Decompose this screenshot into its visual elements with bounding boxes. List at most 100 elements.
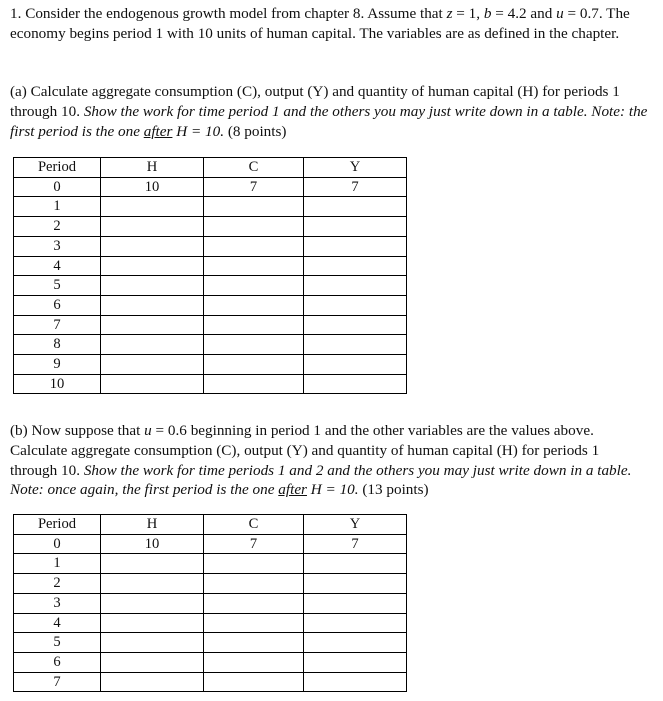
table-b-cell-h[interactable]: 10 bbox=[100, 533, 204, 555]
intro-eq-b: = 4.2 and bbox=[491, 5, 557, 22]
question-1-intro: 1. Consider the endogenous growth model … bbox=[10, 4, 650, 44]
table-a-cell-h[interactable]: 10 bbox=[100, 176, 204, 198]
table-b-cell-c[interactable]: 7 bbox=[203, 533, 304, 555]
table-b-cell-c[interactable] bbox=[203, 651, 304, 673]
table-a-cell-y[interactable] bbox=[303, 334, 407, 356]
table-a-cell-y[interactable] bbox=[303, 196, 407, 218]
intro-eq-z: = 1, bbox=[452, 5, 484, 22]
table-a-cell-h[interactable] bbox=[100, 314, 204, 336]
part-a-italic-instruction: Show the work for time period 1 and the … bbox=[10, 102, 648, 140]
table-a-cell-h[interactable] bbox=[100, 275, 204, 296]
table-b-cell-y[interactable] bbox=[303, 632, 407, 653]
table-b-header-row: Period H C Y bbox=[13, 514, 407, 535]
table-a-cell-y[interactable] bbox=[303, 216, 407, 237]
table-b-cell-period: 2 bbox=[13, 573, 101, 594]
part-b-points: (13 points) bbox=[358, 481, 429, 499]
table-a-cell-c[interactable] bbox=[203, 373, 304, 395]
table-a-cell-period: 4 bbox=[13, 255, 101, 277]
table-a-cell-c[interactable] bbox=[203, 216, 304, 237]
table-row: 10 bbox=[13, 373, 407, 395]
table-row: 2 bbox=[13, 573, 407, 594]
part-a-prompt: (a) Calculate aggregate consumption (C),… bbox=[10, 82, 650, 141]
table-a-cell-period: 8 bbox=[13, 334, 101, 356]
part-a-points: (8 points) bbox=[224, 122, 287, 140]
table-b-cell-period: 7 bbox=[13, 671, 101, 693]
table-b-cell-c[interactable] bbox=[203, 612, 304, 634]
table-b-cell-c[interactable] bbox=[203, 573, 304, 594]
table-a-cell-h[interactable] bbox=[100, 255, 204, 277]
table-b-cell-h[interactable] bbox=[100, 573, 204, 594]
table-b-cell-period: 1 bbox=[13, 553, 101, 575]
table-a-cell-period: 3 bbox=[13, 235, 101, 257]
table-a-header-c: C bbox=[203, 157, 304, 178]
intro-text-before-z: Consider the endogenous growth model fro… bbox=[21, 5, 447, 22]
table-a-cell-c[interactable] bbox=[203, 294, 304, 316]
table-row: 3 bbox=[13, 592, 407, 614]
table-a-cell-c[interactable] bbox=[203, 334, 304, 356]
document-page: 1. Consider the endogenous growth model … bbox=[0, 0, 663, 701]
table-b-cell-period: 6 bbox=[13, 651, 101, 673]
table-b-cell-y[interactable] bbox=[303, 671, 407, 693]
table-a-cell-period: 9 bbox=[13, 354, 101, 375]
table-row: 5 bbox=[13, 275, 407, 296]
table-part-b: Period H C Y 0 10 7 7 1 2 3 4 5 6 7 bbox=[13, 514, 407, 693]
table-a-cell-period: 1 bbox=[13, 196, 101, 218]
table-row: 2 bbox=[13, 216, 407, 237]
table-a-cell-h[interactable] bbox=[100, 373, 204, 395]
table-a-header-period: Period bbox=[13, 157, 101, 178]
table-a-cell-period: 6 bbox=[13, 294, 101, 316]
table-b-cell-y[interactable] bbox=[303, 651, 407, 673]
table-a-cell-y[interactable] bbox=[303, 235, 407, 257]
table-a-cell-c[interactable]: 7 bbox=[203, 176, 304, 198]
table-row: 7 bbox=[13, 314, 407, 336]
table-row: 5 bbox=[13, 632, 407, 653]
table-a-cell-y[interactable] bbox=[303, 275, 407, 296]
table-b-cell-c[interactable] bbox=[203, 553, 304, 575]
table-a-header-h: H bbox=[100, 157, 204, 178]
table-b-cell-h[interactable] bbox=[100, 553, 204, 575]
table-row: 6 bbox=[13, 294, 407, 316]
table-a-cell-c[interactable] bbox=[203, 255, 304, 277]
table-row: 1 bbox=[13, 553, 407, 575]
table-a-cell-c[interactable] bbox=[203, 354, 304, 375]
table-b-cell-y[interactable] bbox=[303, 553, 407, 575]
table-a-cell-c[interactable] bbox=[203, 275, 304, 296]
table-b-cell-h[interactable] bbox=[100, 612, 204, 634]
table-b-cell-y[interactable] bbox=[303, 573, 407, 594]
table-b-cell-y[interactable] bbox=[303, 592, 407, 614]
table-a-cell-y[interactable]: 7 bbox=[303, 176, 407, 198]
table-b-cell-c[interactable] bbox=[203, 671, 304, 693]
part-a-label: (a) bbox=[10, 83, 27, 100]
table-a-cell-h[interactable] bbox=[100, 294, 204, 316]
part-b-underlined-after: after bbox=[278, 481, 307, 499]
table-b-cell-h[interactable] bbox=[100, 592, 204, 614]
table-b-cell-c[interactable] bbox=[203, 592, 304, 614]
table-b-cell-h[interactable] bbox=[100, 651, 204, 673]
table-b-cell-c[interactable] bbox=[203, 632, 304, 653]
table-a-cell-c[interactable] bbox=[203, 196, 304, 218]
table-a-cell-period: 5 bbox=[13, 275, 101, 296]
table-a-cell-y[interactable] bbox=[303, 373, 407, 395]
table-row: 4 bbox=[13, 612, 407, 634]
table-b-cell-h[interactable] bbox=[100, 632, 204, 653]
table-row: 9 bbox=[13, 354, 407, 375]
table-a-cell-y[interactable] bbox=[303, 255, 407, 277]
table-b-header-h: H bbox=[100, 514, 204, 535]
table-a-cell-period: 7 bbox=[13, 314, 101, 336]
variable-u: u bbox=[144, 422, 152, 439]
table-a-cell-h[interactable] bbox=[100, 334, 204, 356]
table-a-cell-y[interactable] bbox=[303, 354, 407, 375]
part-b-prompt: (b) Now suppose that u = 0.6 beginning i… bbox=[10, 421, 650, 500]
table-a-cell-h[interactable] bbox=[100, 354, 204, 375]
table-b-cell-h[interactable] bbox=[100, 671, 204, 693]
table-b-cell-y[interactable]: 7 bbox=[303, 533, 407, 555]
table-a-cell-y[interactable] bbox=[303, 294, 407, 316]
table-a-cell-c[interactable] bbox=[203, 235, 304, 257]
table-a-cell-h[interactable] bbox=[100, 235, 204, 257]
table-a-cell-h[interactable] bbox=[100, 196, 204, 218]
table-a-cell-h[interactable] bbox=[100, 216, 204, 237]
table-b-cell-y[interactable] bbox=[303, 612, 407, 634]
part-b-label: (b) bbox=[10, 422, 28, 439]
table-a-cell-c[interactable] bbox=[203, 314, 304, 336]
table-a-cell-y[interactable] bbox=[303, 314, 407, 336]
